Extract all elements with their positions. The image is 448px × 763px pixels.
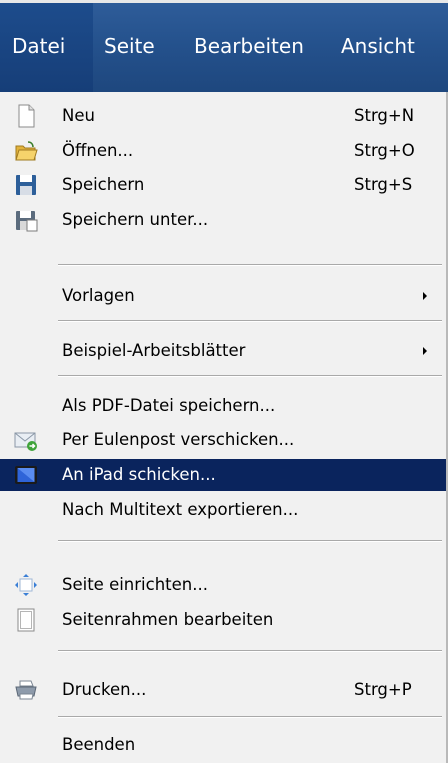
menu-item-label: Öffnen... xyxy=(62,141,134,160)
menu-item-print[interactable]: Drucken... Strg+P xyxy=(0,674,446,706)
menu-item-example-worksheets[interactable]: Beispiel-Arbeitsblätter xyxy=(0,335,446,367)
menu-item-label: Drucken... xyxy=(62,680,147,699)
tab-seite[interactable]: Seite xyxy=(104,31,155,61)
menu-item-new[interactable]: Neu Strg+N xyxy=(0,100,446,132)
menu-item-label: An iPad schicken... xyxy=(62,465,216,484)
page-frame-icon xyxy=(17,608,35,632)
menu-item-label: Seite einrichten... xyxy=(62,575,208,594)
mail-send-icon xyxy=(14,432,37,451)
ipad-icon xyxy=(15,466,37,484)
menu-separator xyxy=(58,320,442,322)
save-floppy-icon xyxy=(16,175,36,195)
submenu-arrow-icon xyxy=(423,347,427,355)
menu-item-save-as[interactable]: Speichern unter... xyxy=(0,204,446,236)
new-document-icon xyxy=(18,104,35,128)
menu-item-label: Speichern unter... xyxy=(62,210,209,229)
menu-separator xyxy=(58,540,442,542)
menu-separator xyxy=(58,716,442,718)
datei-dropdown-menu: Neu Strg+N Öffnen... Strg+O Speichern St… xyxy=(0,92,448,763)
menu-item-label: Beispiel-Arbeitsblätter xyxy=(62,341,246,360)
menu-item-label: Speichern xyxy=(62,175,145,194)
menu-bar: Datei Seite Bearbeiten Ansicht xyxy=(0,0,448,92)
menu-item-save[interactable]: Speichern Strg+S xyxy=(0,169,446,201)
menu-item-label: Neu xyxy=(62,106,95,125)
menu-separator xyxy=(58,264,442,266)
menu-item-export-multitext[interactable]: Nach Multitext exportieren... xyxy=(0,494,446,526)
menu-item-open[interactable]: Öffnen... Strg+O xyxy=(0,135,446,167)
submenu-arrow-icon xyxy=(423,292,427,300)
menu-item-shortcut: Strg+O xyxy=(354,141,415,160)
tab-ansicht[interactable]: Ansicht xyxy=(341,31,415,61)
open-folder-icon xyxy=(15,141,38,161)
menu-item-label: Beenden xyxy=(62,735,136,754)
menu-item-label: Als PDF-Datei speichern... xyxy=(62,396,276,415)
menu-item-page-setup[interactable]: Seite einrichten... xyxy=(0,569,446,601)
tab-datei[interactable]: Datei xyxy=(12,31,65,61)
menu-item-label: Nach Multitext exportieren... xyxy=(62,500,299,519)
page-setup-icon xyxy=(15,574,37,596)
menu-item-save-pdf[interactable]: Als PDF-Datei speichern... xyxy=(0,390,446,422)
menu-item-shortcut: Strg+P xyxy=(354,680,412,699)
printer-icon xyxy=(15,680,37,700)
menu-item-label: Seitenrahmen bearbeiten xyxy=(62,610,274,629)
menu-item-templates[interactable]: Vorlagen xyxy=(0,280,446,312)
menu-separator xyxy=(58,375,442,377)
save-as-floppy-icon xyxy=(16,211,38,232)
menu-item-shortcut: Strg+S xyxy=(354,175,413,194)
menu-item-send-eulenpost[interactable]: Per Eulenpost verschicken... xyxy=(0,424,446,456)
menu-separator xyxy=(58,650,442,652)
menu-item-label: Vorlagen xyxy=(62,286,135,305)
menu-item-send-to-ipad[interactable]: An iPad schicken... xyxy=(0,459,446,491)
menu-item-label: Per Eulenpost verschicken... xyxy=(62,430,295,449)
menu-item-exit[interactable]: Beenden xyxy=(0,729,446,761)
tab-bearbeiten[interactable]: Bearbeiten xyxy=(194,31,304,61)
menu-item-edit-page-frame[interactable]: Seitenrahmen bearbeiten xyxy=(0,604,446,636)
menu-item-shortcut: Strg+N xyxy=(354,106,415,125)
